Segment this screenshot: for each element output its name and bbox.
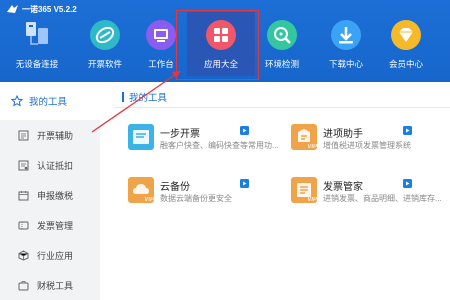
sidebar-item-label: 财税工具 (37, 280, 74, 291)
nav-member-center[interactable]: 会员中心 (372, 12, 440, 76)
invoice-butler-icon: VIP (291, 177, 317, 203)
sidebar-item-industry-apps[interactable]: 行业应用 (0, 240, 100, 270)
highlight-annotation-box (176, 10, 259, 80)
cloud-backup-icon: VIP (128, 177, 154, 203)
vip-badge: VIP (307, 197, 317, 203)
play-video-icon[interactable] (403, 126, 412, 135)
play-video-icon[interactable] (403, 179, 412, 188)
cube-icon (18, 249, 29, 261)
input-assistant-icon: VIP (291, 124, 317, 150)
app-card-desc: 数据云端备份更安全 (160, 194, 232, 203)
nav-label: 下载中心 (328, 59, 363, 69)
sidebar-item-label: 申报缴税 (37, 190, 74, 201)
app-card-name: 发票管家 (323, 182, 363, 193)
nav-label: 环境检测 (264, 59, 299, 69)
play-video-icon[interactable] (240, 179, 249, 188)
nav-download-center[interactable]: 下载中心 (312, 12, 380, 76)
section-title: 我的工具 (122, 91, 168, 104)
download-icon (329, 18, 363, 52)
sidebar-item-certification[interactable]: 认证抵扣 (0, 150, 100, 180)
sidebar-item-label: 发票管理 (37, 220, 74, 231)
device-connection-icon (20, 18, 54, 52)
play-video-icon[interactable] (240, 126, 249, 135)
nav-label: 工作台 (148, 59, 174, 69)
sidebar-item-invoice-manage[interactable]: 发票管理 (0, 210, 100, 240)
section-title-bar (122, 92, 124, 102)
sidebar-item-label: 我的工具 (29, 97, 68, 108)
environment-check-icon (265, 18, 299, 52)
vip-diamond-icon (389, 18, 423, 52)
section-divider (114, 107, 450, 108)
sidebar-item-label: 行业应用 (37, 250, 74, 261)
app-card-desc: 增值税进项发票管理系统 (323, 141, 411, 150)
app-card-input-assistant[interactable]: VIP 进项助手 增值税进项发票管理系统 (291, 124, 450, 160)
workbench-icon (144, 18, 178, 52)
nav-label: 会员中心 (388, 59, 423, 69)
one-step-invoice-icon (128, 124, 154, 150)
nav-label: 无设备连接 (15, 59, 59, 69)
nav-label: 开票软件 (87, 59, 122, 69)
sidebar-item-invoice-assist[interactable]: 开票辅助 (0, 120, 100, 150)
briefcase-icon (18, 280, 29, 290)
sidebar-item-label: 认证抵扣 (37, 160, 74, 171)
app-card-one-step-invoice[interactable]: 一步开票 融客户快查、编码快查等常用功... (128, 124, 290, 160)
ticket-icon (18, 221, 29, 229)
sidebar-item-my-tools[interactable]: 我的工具 (0, 82, 100, 120)
app-card-desc: 融客户快查、编码快查等常用功... (160, 141, 279, 150)
invoice-software-icon (88, 18, 122, 52)
app-card-invoice-butler[interactable]: VIP 发票管家 进销发票、商品明细、进销库存... (291, 177, 450, 213)
vip-badge: VIP (144, 197, 154, 203)
app-card-cloud-backup[interactable]: VIP 云备份 数据云端备份更安全 (128, 177, 290, 213)
sidebar-item-tax-filing[interactable]: 申报缴税 (0, 180, 100, 210)
app-card-name: 一步开票 (160, 129, 200, 140)
vip-badge: VIP (307, 144, 317, 150)
app-card-name: 进项助手 (323, 129, 363, 140)
document-icon (18, 130, 29, 140)
app-card-desc: 进销发票、商品明细、进销库存... (323, 194, 442, 203)
certificate-icon (18, 160, 29, 170)
calendar-icon (18, 190, 29, 200)
sidebar-item-finance-tools[interactable]: 财税工具 (0, 270, 100, 300)
app-card-name: 云备份 (160, 182, 190, 193)
sidebar: 我的工具 开票辅助 认证抵扣 申报缴税 发票管理 行业应用 财税工具 (0, 82, 100, 300)
nav-no-device[interactable]: 无设备连接 (3, 12, 71, 76)
star-icon (11, 95, 23, 107)
sidebar-item-label: 开票辅助 (37, 130, 74, 141)
section-title-text: 我的工具 (129, 93, 168, 104)
